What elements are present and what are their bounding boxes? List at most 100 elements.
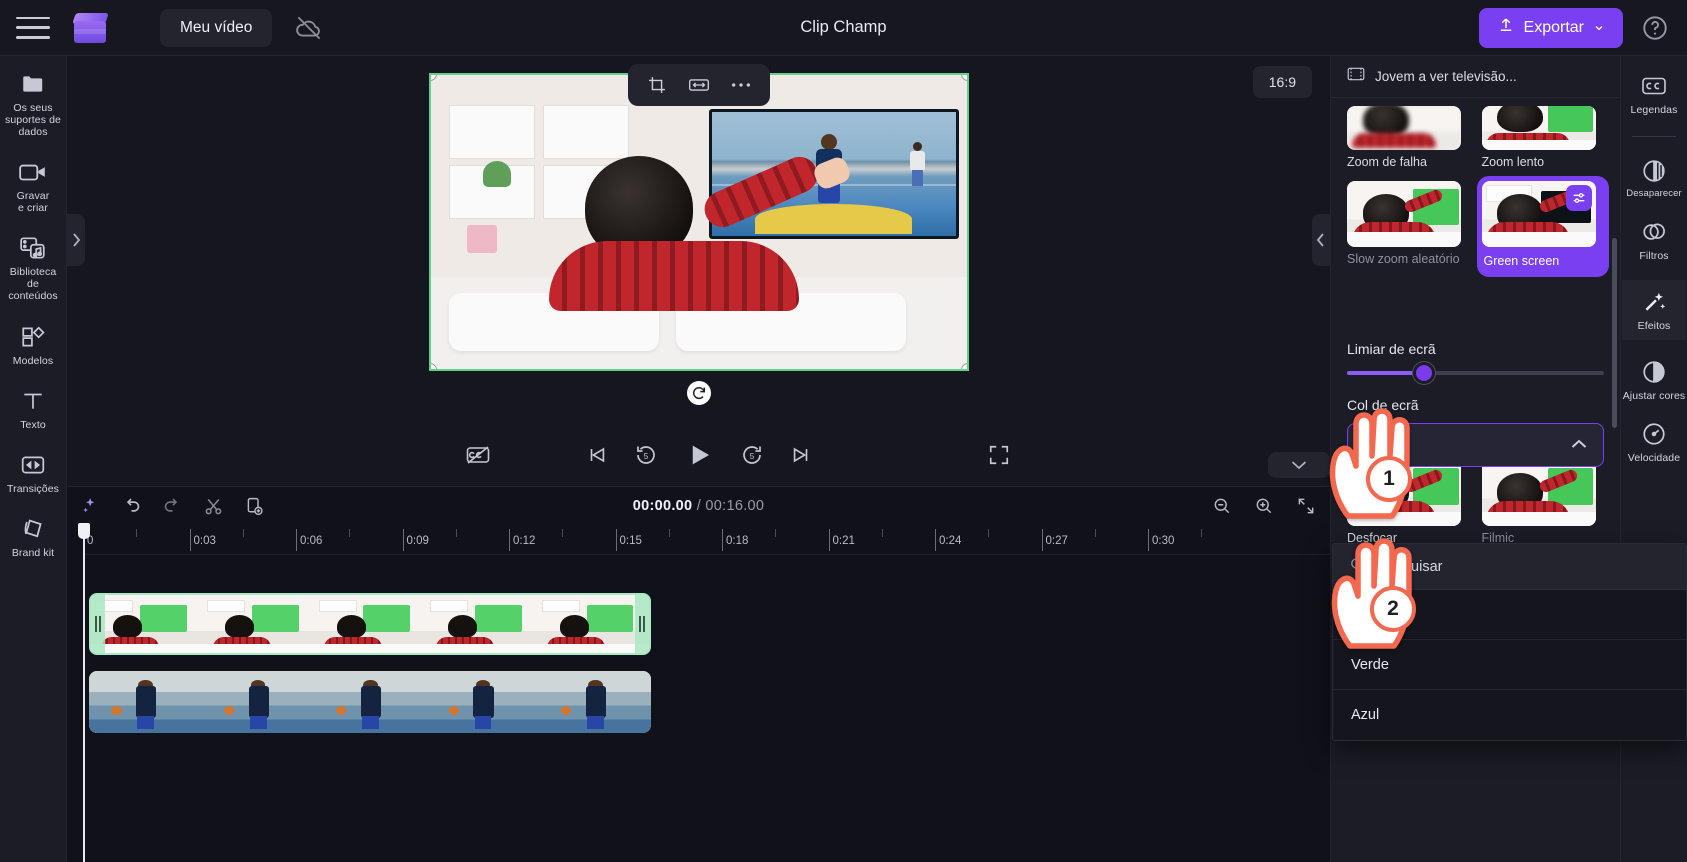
tab-label: Velocidade	[1627, 452, 1681, 465]
undo-icon[interactable]	[121, 496, 142, 517]
clip-thumbnail	[538, 671, 651, 733]
cloud-off-icon[interactable]	[294, 13, 324, 43]
project-name-field[interactable]: Meu vídeo	[160, 8, 273, 47]
tab-filters[interactable]: Filtros	[1622, 218, 1686, 262]
resize-handle-bottom-right[interactable]	[961, 364, 967, 369]
video-preview[interactable]	[428, 73, 969, 371]
tab-adjust-colors[interactable]: Ajustar cores	[1622, 358, 1686, 402]
tab-label: Ajustar cores	[1622, 390, 1686, 403]
effect-thumbnail	[1347, 460, 1461, 527]
skip-next-icon[interactable]	[790, 444, 812, 466]
export-button[interactable]: Exportar	[1478, 7, 1623, 48]
sidebar-item-templates[interactable]: Modelos	[1, 323, 65, 367]
sidebar-item-label: Modelos	[12, 354, 54, 367]
sidebar-item-media[interactable]: Os seus suportes de dados	[1, 70, 65, 138]
playhead[interactable]	[78, 523, 90, 862]
speed-gauge-icon	[1641, 420, 1667, 448]
total-time: 00:16.00	[705, 498, 765, 514]
dropdown-option-verde[interactable]: Verde	[1333, 640, 1686, 690]
clip-trim-handle-left[interactable]	[91, 595, 105, 653]
redo-icon[interactable]	[162, 496, 183, 517]
skip-previous-icon[interactable]	[586, 444, 608, 466]
clip-float-toolbar	[627, 64, 770, 106]
ruler-label: 0:06	[300, 535, 323, 547]
ruler-tick-minor	[242, 529, 244, 537]
dropdown-option-azul[interactable]: Azul	[1333, 690, 1686, 740]
captions-off-icon[interactable]	[465, 444, 491, 466]
resize-handle-bottom-left[interactable]	[430, 364, 436, 369]
effects-scrollbar[interactable]	[1612, 238, 1617, 428]
effect-settings-icon[interactable]	[1565, 184, 1592, 211]
selected-clip-name: Jovem a ver televisão...	[1375, 69, 1517, 84]
search-icon	[1349, 556, 1366, 578]
dropdown-option-vermelho[interactable]: Vermelho	[1333, 590, 1686, 640]
sidebar-item-label: Biblioteca de conteúdos	[8, 266, 58, 303]
preview-stage: 16:9	[67, 56, 1330, 424]
more-options-icon[interactable]	[724, 70, 758, 100]
play-icon[interactable]	[684, 440, 714, 470]
fit-width-icon[interactable]	[682, 70, 716, 100]
current-time: 00:00.00	[632, 498, 693, 514]
rewind-5-icon[interactable]: 5	[634, 443, 658, 467]
effect-label: Green screen	[1483, 253, 1560, 268]
sidebar-item-transitions[interactable]: Transições	[1, 451, 65, 495]
dropdown-search-row[interactable]: Pesquisar	[1333, 544, 1686, 590]
help-circle-icon[interactable]	[1641, 14, 1669, 42]
fit-timeline-icon[interactable]	[1296, 496, 1316, 516]
zoom-out-icon[interactable]	[1212, 496, 1232, 516]
time-separator: /	[696, 498, 702, 514]
crop-icon[interactable]	[640, 70, 674, 100]
sidebar-item-record[interactable]: Gravar e criar	[1, 158, 65, 214]
threshold-slider[interactable]	[1347, 365, 1604, 381]
screen-color-label: Col de ecrã	[1347, 397, 1419, 413]
ruler-tick	[1041, 529, 1043, 551]
duplicate-icon[interactable]	[244, 496, 265, 517]
ruler-tick	[935, 529, 936, 551]
timeline-clip-video-1[interactable]	[89, 593, 651, 655]
adjust-colors-icon	[1641, 358, 1667, 386]
collapse-left-panel-button[interactable]	[67, 214, 85, 266]
effect-card[interactable]: Zoom de falha	[1347, 106, 1470, 171]
header-actions: Exportar	[1478, 7, 1687, 48]
sidebar-item-content-library[interactable]: Biblioteca de conteúdos	[1, 234, 65, 302]
search-input[interactable]: Pesquisar	[1378, 559, 1442, 575]
effect-card-green-screen[interactable]: Green screen	[1476, 175, 1609, 278]
tab-fade[interactable]: Desaparecer	[1622, 157, 1686, 200]
clip-thumbnail	[426, 671, 539, 733]
ruler-label: 0:15	[619, 535, 642, 547]
hamburger-menu-icon[interactable]	[16, 16, 50, 39]
rotate-icon[interactable]	[686, 381, 711, 405]
magic-wand-icon[interactable]	[81, 496, 101, 516]
zoom-in-icon[interactable]	[1254, 496, 1274, 516]
timeline-ruler[interactable]: 0 0:03 0:06 0:09 0:12 0:15 0:18 0:21 0:24 0:27 0:3…	[83, 525, 1330, 555]
left-sidebar: Os seus suportes de dados Gravar e criar …	[0, 56, 67, 862]
tab-captions[interactable]: Legendas	[1622, 72, 1686, 116]
forward-5-icon[interactable]: 5	[740, 443, 764, 467]
effect-card[interactable]: Zoom lento	[1481, 106, 1605, 171]
clip-trim-handle-right[interactable]	[635, 595, 649, 653]
sidebar-item-text[interactable]: Texto	[1, 387, 65, 431]
tab-speed[interactable]: Velocidade	[1622, 420, 1686, 464]
fullscreen-icon[interactable]	[988, 444, 1010, 466]
collapse-right-panel-button[interactable]	[1312, 214, 1330, 266]
ruler-tick-minor	[881, 529, 883, 537]
slider-knob[interactable]	[1416, 365, 1433, 381]
ruler-tick-minor	[988, 529, 990, 537]
export-label: Exportar	[1523, 18, 1584, 36]
ruler-tick	[296, 529, 297, 551]
timeline-clip-video-2[interactable]	[89, 671, 651, 733]
split-scissors-icon[interactable]	[203, 496, 224, 517]
templates-icon	[19, 323, 47, 351]
ruler-label: 0:12	[513, 535, 536, 547]
aspect-ratio-badge[interactable]: 16:9	[1252, 66, 1312, 98]
effect-card[interactable]: Slow zoom aleatório	[1347, 180, 1470, 273]
clipchamp-logo-icon[interactable]	[72, 11, 112, 45]
tab-effects[interactable]: Efeitos	[1622, 280, 1686, 341]
ruler-tick	[722, 529, 723, 551]
effect-thumbnail	[1481, 106, 1596, 150]
sidebar-item-brand-kit[interactable]: Brand kit	[1, 515, 65, 559]
collapse-timeline-button[interactable]	[1268, 452, 1330, 478]
screen-color-dropdown-button[interactable]: Verde	[1347, 423, 1604, 467]
ruler-tick	[828, 529, 830, 551]
clip-thumbnail	[313, 671, 427, 733]
